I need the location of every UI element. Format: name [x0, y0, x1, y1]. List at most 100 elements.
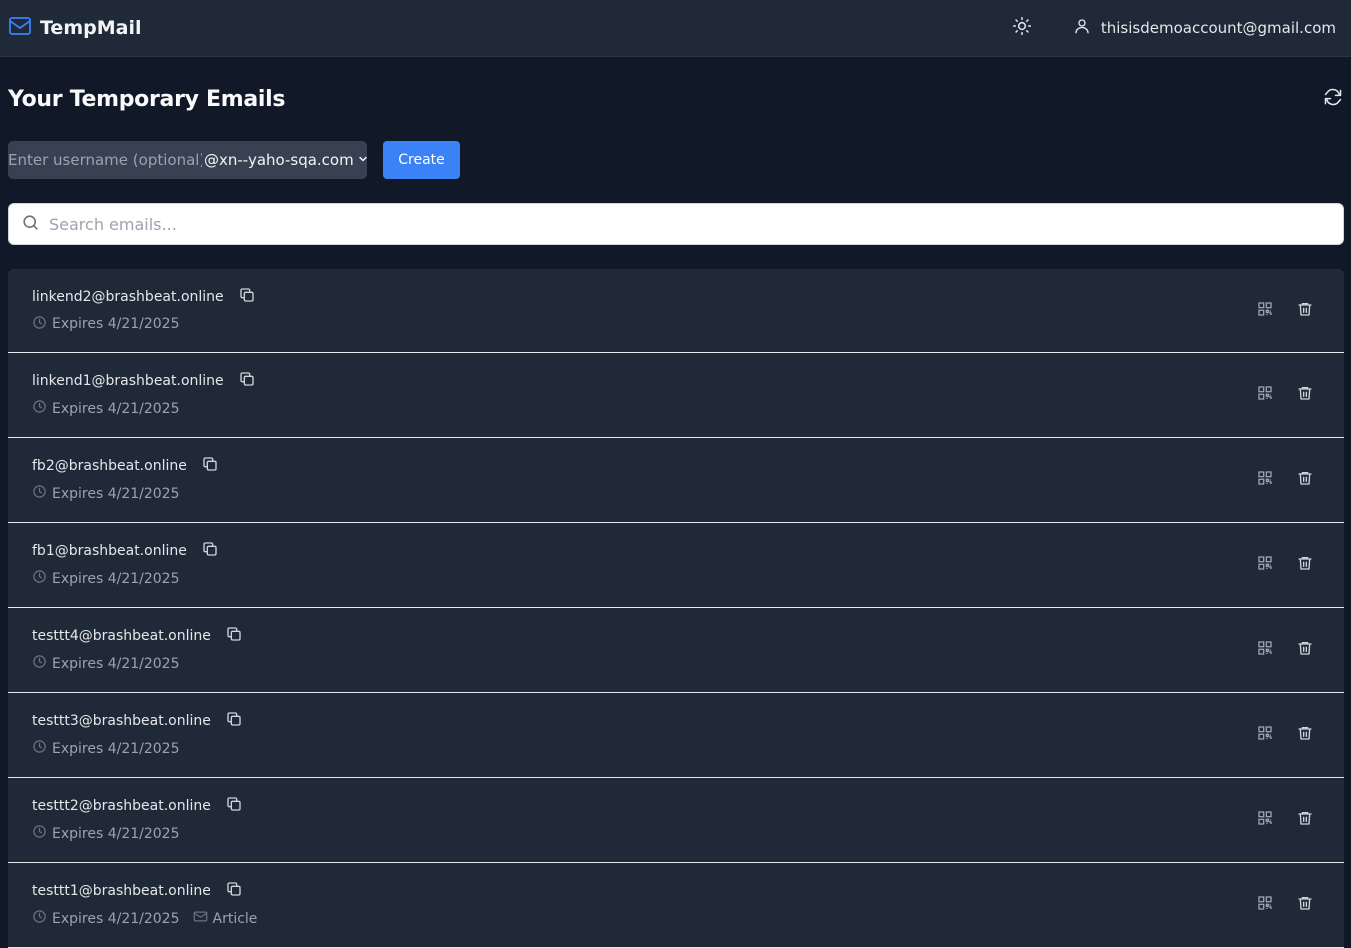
address-combo: @xn--yaho-sqa.com — [8, 141, 367, 179]
email-address: fb2@brashbeat.online — [32, 458, 187, 474]
expiry-text: Expires 4/21/2025 — [52, 910, 180, 927]
email-list-item[interactable]: fb1@brashbeat.online Expires 4/21/2025 — [8, 523, 1344, 608]
account-menu[interactable]: thisisdemoaccount@gmail.com — [1073, 17, 1336, 39]
search-input[interactable] — [49, 205, 1343, 243]
email-address: linkend2@brashbeat.online — [32, 288, 224, 305]
copy-button[interactable] — [225, 627, 243, 645]
email-list-item[interactable]: testtt2@brashbeat.online Expires 4/21/20… — [8, 778, 1344, 863]
page-title: Your Temporary Emails — [8, 86, 286, 112]
mail-icon — [8, 14, 32, 42]
qr-code-icon — [1257, 810, 1273, 830]
qr-code-icon — [1257, 725, 1273, 745]
email-list-item[interactable]: testtt1@brashbeat.online Expires 4/21/20… — [8, 863, 1344, 948]
expiry-text: Expires 4/21/2025 — [52, 740, 180, 757]
email-list-item[interactable]: fb2@brashbeat.online Expires 4/21/2025 — [8, 438, 1344, 523]
expiry-text: Expires 4/21/2025 — [52, 655, 180, 672]
qr-code-button[interactable] — [1256, 896, 1274, 914]
delete-button[interactable] — [1296, 726, 1314, 744]
clock-icon — [32, 315, 47, 334]
qr-code-button[interactable] — [1256, 726, 1274, 744]
username-input[interactable] — [8, 141, 202, 179]
user-icon — [1073, 17, 1091, 39]
qr-code-icon — [1257, 895, 1273, 915]
clock-icon — [32, 399, 47, 418]
email-list-item[interactable]: linkend1@brashbeat.online Expires 4/21/2… — [8, 353, 1344, 438]
clock-icon — [32, 909, 47, 928]
top-navbar: TempMail thisisdemoaccount@gmail.com — [0, 0, 1351, 57]
create-button[interactable]: Create — [383, 141, 460, 179]
qr-code-button[interactable] — [1256, 556, 1274, 574]
trash-icon — [1297, 470, 1313, 490]
copy-button[interactable] — [238, 287, 256, 306]
tag-label: Article — [212, 910, 258, 927]
email-list: linkend2@brashbeat.online Expires 4/21/2… — [8, 269, 1344, 948]
delete-button[interactable] — [1296, 896, 1314, 914]
expiry-text: Expires 4/21/2025 — [52, 400, 180, 417]
delete-button[interactable] — [1296, 386, 1314, 404]
domain-select-value: @xn--yaho-sqa.com — [204, 151, 354, 169]
delete-button[interactable] — [1296, 811, 1314, 829]
email-list-item[interactable]: testtt4@brashbeat.online Expires 4/21/20… — [8, 608, 1344, 693]
expiry-text: Expires 4/21/2025 — [52, 316, 180, 332]
email-address: linkend1@brashbeat.online — [32, 373, 224, 389]
trash-icon — [1297, 725, 1313, 745]
copy-icon — [226, 626, 242, 646]
trash-icon — [1297, 810, 1313, 830]
email-address: testtt3@brashbeat.online — [32, 713, 211, 729]
brand[interactable]: TempMail — [8, 14, 141, 42]
account-email: thisisdemoaccount@gmail.com — [1100, 19, 1336, 37]
trash-icon — [1297, 640, 1313, 660]
qr-code-icon — [1257, 470, 1273, 490]
chevron-down-icon — [357, 151, 367, 169]
copy-icon — [239, 371, 255, 391]
email-address: testtt1@brashbeat.online — [32, 883, 211, 899]
refresh-button[interactable] — [1322, 88, 1344, 110]
copy-button[interactable] — [225, 712, 243, 730]
delete-button[interactable] — [1296, 302, 1314, 320]
email-address: testtt2@brashbeat.online — [32, 798, 211, 814]
copy-button[interactable] — [225, 882, 243, 900]
qr-code-button[interactable] — [1256, 811, 1274, 829]
sun-icon — [1012, 16, 1032, 40]
copy-button[interactable] — [201, 457, 219, 475]
domain-select[interactable]: @xn--yaho-sqa.com — [202, 151, 367, 169]
delete-button[interactable] — [1296, 556, 1314, 574]
email-list-item[interactable]: testtt3@brashbeat.online Expires 4/21/20… — [8, 693, 1344, 778]
email-address: fb1@brashbeat.online — [32, 543, 187, 559]
qr-code-icon — [1257, 301, 1273, 321]
clock-icon — [32, 739, 47, 758]
trash-icon — [1297, 385, 1313, 405]
clock-icon — [32, 824, 47, 843]
trash-icon — [1297, 301, 1313, 321]
qr-code-icon — [1257, 385, 1273, 405]
qr-code-icon — [1257, 555, 1273, 575]
clock-icon — [32, 484, 47, 503]
copy-icon — [226, 796, 242, 816]
email-tag: Article — [193, 909, 258, 928]
copy-icon — [202, 456, 218, 476]
copy-icon — [226, 881, 242, 901]
search-bar — [8, 203, 1344, 245]
qr-code-button[interactable] — [1256, 301, 1274, 321]
delete-button[interactable] — [1296, 641, 1314, 659]
qr-code-button[interactable] — [1256, 386, 1274, 404]
theme-toggle-button[interactable] — [1011, 16, 1033, 40]
trash-icon — [1297, 555, 1313, 575]
expiry-text: Expires 4/21/2025 — [52, 485, 180, 502]
email-list-item[interactable]: linkend2@brashbeat.online Expires 4/21/2… — [8, 269, 1344, 353]
qr-code-button[interactable] — [1256, 471, 1274, 489]
qr-code-icon — [1257, 640, 1273, 660]
copy-icon — [202, 541, 218, 561]
create-email-form: @xn--yaho-sqa.com Create — [8, 141, 1344, 179]
brand-name: TempMail — [40, 17, 142, 39]
copy-button[interactable] — [201, 542, 219, 560]
qr-code-button[interactable] — [1256, 641, 1274, 659]
copy-button[interactable] — [238, 372, 256, 390]
expiry-text: Expires 4/21/2025 — [52, 570, 180, 587]
copy-icon — [226, 711, 242, 731]
delete-button[interactable] — [1296, 471, 1314, 489]
main-content: Your Temporary Emails @xn--yaho-sqa.com — [8, 57, 1344, 948]
copy-button[interactable] — [225, 797, 243, 815]
clock-icon — [32, 654, 47, 673]
email-address: testtt4@brashbeat.online — [32, 628, 211, 644]
